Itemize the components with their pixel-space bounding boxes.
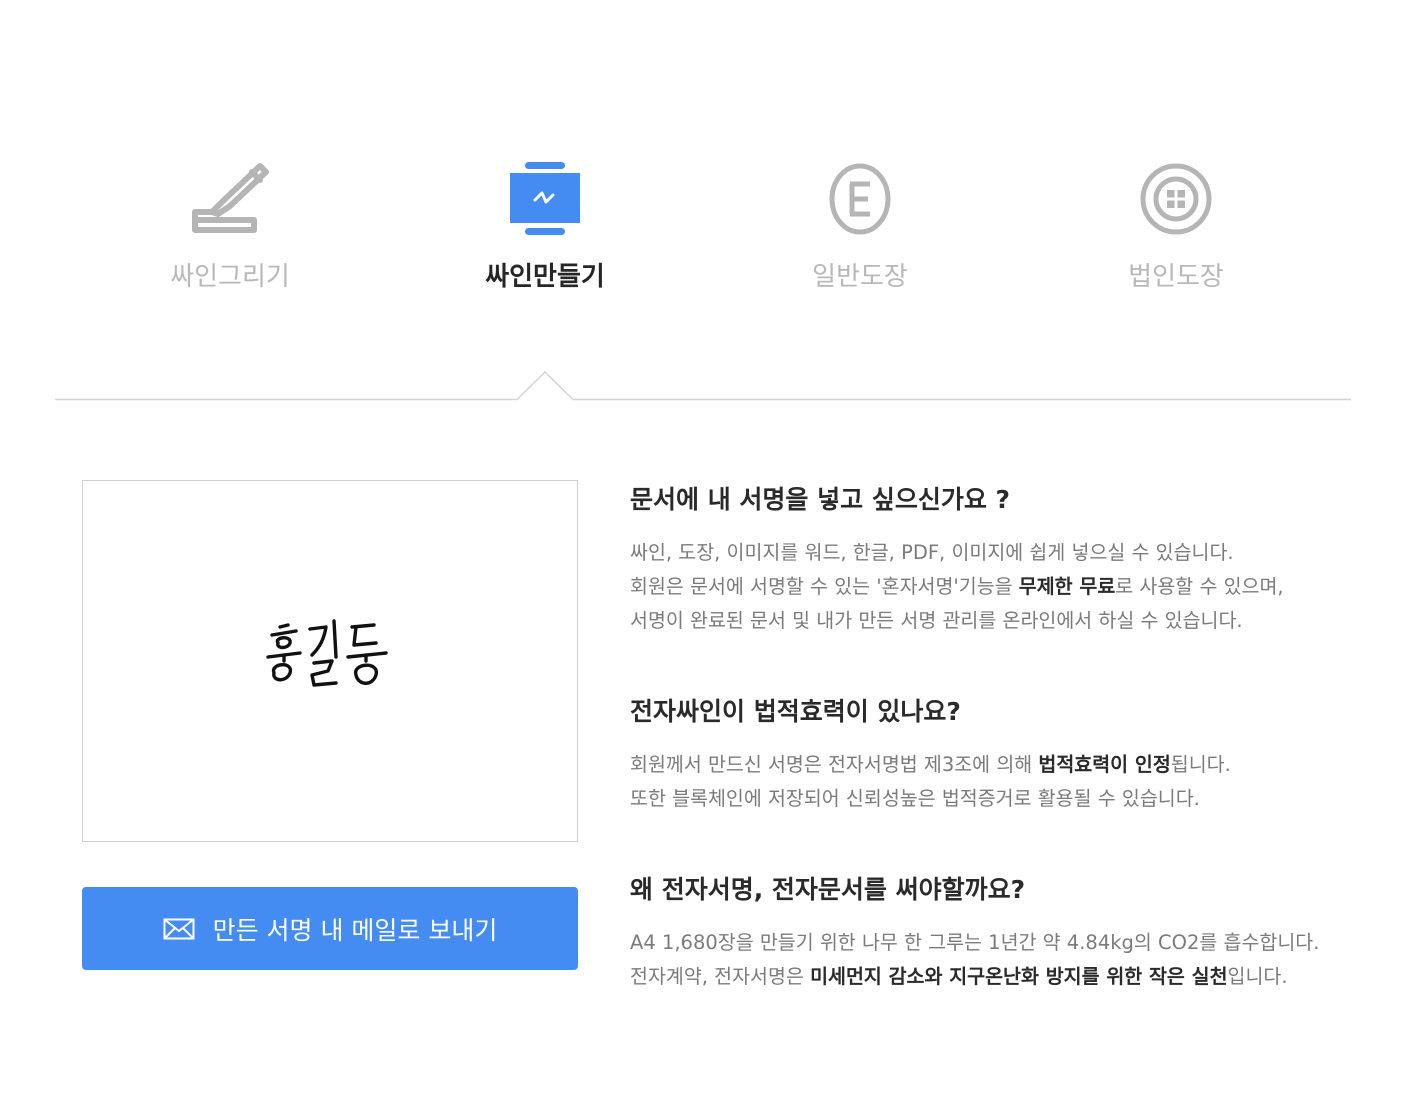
tab-make-sign[interactable]: 싸인만들기 bbox=[435, 150, 655, 293]
section-question: 문서에 내 서명을 넣고 싶으신가요 ? bbox=[630, 485, 1011, 514]
line-emphasis: 무제한 무료 bbox=[1018, 575, 1116, 598]
tab-label: 법인도장 bbox=[1128, 262, 1224, 292]
line-text: 서명이 완료된 문서 및 내가 만든 서명 관리를 온라인에서 하실 수 있습니… bbox=[630, 609, 1243, 632]
round-stamp-icon bbox=[750, 150, 970, 236]
sign-type-tabs: 싸인그리기 싸인만들기 일반도장 법인도장 bbox=[0, 0, 1414, 320]
line-emphasis: 미세먼지 감소와 지구온난화 방지를 위한 작은 실천 bbox=[810, 965, 1228, 988]
tab-draw-sign[interactable]: 싸인그리기 bbox=[120, 150, 340, 293]
signature-image bbox=[264, 617, 394, 697]
tab-divider bbox=[55, 370, 1351, 401]
line-text: 입니다. bbox=[1227, 965, 1288, 988]
send-signature-email-button[interactable]: 만든 서명 내 메일로 보내기 bbox=[82, 887, 578, 970]
section-line: 싸인, 도장, 이미지를 워드, 한글, PDF, 이미지에 쉽게 넣으실 수 … bbox=[630, 536, 1234, 570]
section-line: 서명이 완료된 문서 및 내가 만든 서명 관리를 온라인에서 하실 수 있습니… bbox=[630, 604, 1243, 638]
line-text: 전자계약, 전자서명은 bbox=[630, 965, 811, 988]
line-text: 싸인, 도장, 이미지를 워드, 한글, PDF, 이미지에 쉽게 넣으실 수 … bbox=[630, 541, 1234, 564]
tab-label: 싸인만들기 bbox=[485, 262, 605, 292]
line-text: 회원께서 만드신 서명은 전자서명법 제3조에 의해 bbox=[630, 753, 1039, 776]
pen-sign-icon bbox=[120, 150, 340, 236]
line-text: 회원은 문서에 서명할 수 있는 '혼자서명'기능을 bbox=[630, 575, 1019, 598]
tab-label: 싸인그리기 bbox=[170, 262, 290, 292]
section-line: 또한 블록체인에 저장되어 신뢰성높은 법적증거로 활용될 수 있습니다. bbox=[630, 782, 1200, 816]
line-text: A4 1,680장을 만들기 위한 나무 한 그루는 1년간 약 4.84kg의… bbox=[630, 931, 1320, 954]
tab-label: 일반도장 bbox=[812, 262, 908, 292]
mail-icon bbox=[163, 918, 195, 940]
section-line: 전자계약, 전자서명은 미세먼지 감소와 지구온난화 방지를 위한 작은 실천입… bbox=[630, 960, 1288, 994]
corporate-stamp-icon bbox=[1066, 150, 1286, 236]
section-question: 왜 전자서명, 전자문서를 써야할까요? bbox=[630, 875, 1026, 904]
section-question: 전자싸인이 법적효력이 있나요? bbox=[630, 697, 961, 726]
tab-general-stamp[interactable]: 일반도장 bbox=[750, 150, 970, 293]
line-text: 됩니다. bbox=[1170, 753, 1231, 776]
monitor-sign-icon bbox=[435, 150, 655, 236]
section-line: A4 1,680장을 만들기 위한 나무 한 그루는 1년간 약 4.84kg의… bbox=[630, 926, 1319, 960]
section-line: 회원께서 만드신 서명은 전자서명법 제3조에 의해 법적효력이 인정됩니다. bbox=[630, 748, 1231, 782]
line-text: 로 사용할 수 있으며, bbox=[1115, 575, 1284, 598]
line-emphasis: 법적효력이 인정 bbox=[1038, 753, 1171, 776]
tab-corporate-stamp[interactable]: 법인도장 bbox=[1066, 150, 1286, 293]
send-button-label: 만든 서명 내 메일로 보내기 bbox=[212, 915, 498, 945]
line-text: 또한 블록체인에 저장되어 신뢰성높은 법적증거로 활용될 수 있습니다. bbox=[630, 787, 1200, 810]
section-line: 회원은 문서에 서명할 수 있는 '혼자서명'기능을 무제한 무료로 사용할 수… bbox=[630, 570, 1284, 604]
